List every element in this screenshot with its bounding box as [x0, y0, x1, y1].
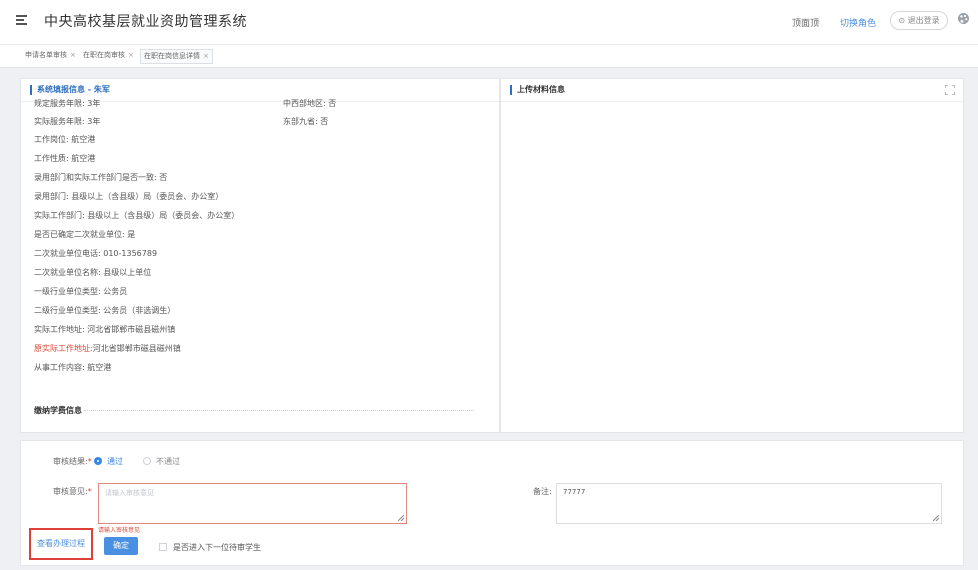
pass-radio-label[interactable]: 通过: [107, 456, 123, 467]
info-row: 从事工作内容: 航空港: [34, 362, 111, 373]
info-row: 规定服务年限: 3年: [34, 98, 100, 109]
section-title: 缴纳学费信息: [34, 406, 82, 415]
info-label: 实际工作部门:: [34, 211, 85, 220]
info-label: 从事工作内容:: [34, 363, 85, 372]
section-divider: [84, 410, 474, 411]
section-heading: 缴纳学费信息: [34, 405, 474, 416]
tab-close-icon[interactable]: ×: [128, 51, 134, 59]
palette-icon[interactable]: [957, 12, 970, 25]
switch-role-link[interactable]: 切换角色: [840, 16, 876, 29]
app-title: 中央高校基层就业资助管理系统: [44, 14, 247, 30]
info-value: 是: [127, 230, 136, 239]
info-label: 原实际工作地址:: [34, 344, 93, 353]
info-value: 3年: [87, 99, 101, 108]
info-value: 县级以上（含县级）局（委员会、办公室）: [87, 211, 240, 220]
info-value: 否: [320, 117, 329, 126]
info-row: 二次就业单位名称: 县级以上单位: [34, 267, 151, 278]
tab-label: 在职在岗信息详情: [144, 52, 200, 60]
panel-title: 上传材料信息: [510, 85, 565, 95]
info-label: 东部九省:: [283, 117, 318, 126]
upload-materials-panel: 上传材料信息: [500, 78, 964, 433]
tab-application-review[interactable]: 申请名单审核 ×: [22, 49, 79, 62]
info-label: 录用部门和实际工作部门是否一致:: [34, 173, 157, 182]
logout-label: 退出登录: [907, 16, 940, 25]
next-student-label[interactable]: 是否进入下一位待审学生: [173, 542, 261, 553]
info-label: 实际服务年限:: [34, 117, 85, 126]
info-label: 录用部门:: [34, 192, 69, 201]
menu-toggle-icon[interactable]: [16, 15, 27, 25]
info-label: 工作岗位:: [34, 135, 69, 144]
tab-label: 申请名单审核: [25, 51, 67, 59]
info-row: 录用部门: 县级以上（含县级）局（委员会、办公室）: [34, 191, 223, 202]
panel-header: 上传材料信息: [501, 79, 963, 102]
remark-label: 备注:: [533, 487, 552, 496]
info-value: 县级以上（含县级）局（委员会、办公室）: [71, 192, 224, 201]
info-row: 二次就业单位电话: 010-1356789: [34, 248, 157, 259]
info-row: 是否已确定二次就业单位: 是: [34, 229, 135, 240]
info-row: 实际服务年限: 3年: [34, 116, 100, 127]
info-value: 河北省邯郸市磁县磁州镇: [92, 344, 181, 353]
info-label: 一级行业单位类型:: [34, 287, 101, 296]
info-value: 航空港: [87, 363, 112, 372]
app-header: 中央高校基层就业资助管理系统 顶面顶 切换角色 ⊙ 退出登录: [0, 0, 978, 45]
info-value: 公务员（非选调生）: [103, 306, 176, 315]
info-value: 航空港: [71, 154, 96, 163]
review-opinion-label: 审核意见:*: [53, 487, 92, 496]
review-form: 审核结果:* 通过 不通过 审核意见:* 请输入审核意见 请输入审核意见 备注:…: [20, 440, 964, 566]
info-label: 二级行业单位类型:: [34, 306, 101, 315]
info-row: 工作岗位: 航空港: [34, 134, 95, 145]
confirm-button[interactable]: 确定: [104, 537, 138, 555]
system-info-panel: 系统填报信息 - 朱军 规定服务年限: 3年 中西部地区: 否 实际服务年限: …: [20, 78, 500, 433]
tab-employment-detail[interactable]: 在职在岗信息详情 ×: [140, 49, 213, 64]
fullscreen-icon[interactable]: [945, 85, 955, 95]
fail-radio[interactable]: [143, 457, 151, 465]
tab-close-icon[interactable]: ×: [203, 52, 209, 60]
view-process-link[interactable]: 查看办理过程: [29, 528, 93, 560]
resize-handle-icon[interactable]: [933, 515, 939, 521]
info-label: 是否已确定二次就业单位:: [34, 230, 125, 239]
info-value: 航空港: [71, 135, 96, 144]
info-value: 公务员: [103, 287, 128, 296]
tab-bar: 申请名单审核 × 在职在岗审核 × 在职在岗信息详情 ×: [0, 45, 978, 68]
info-value: 县级以上单位: [103, 268, 152, 277]
info-value: 010-1356789: [103, 249, 158, 258]
info-row: 实际工作地址: 河北省邯郸市磁县磁州镇: [34, 324, 175, 335]
fail-radio-label[interactable]: 不通过: [156, 456, 180, 467]
info-row: 工作性质: 航空港: [34, 153, 95, 164]
info-row: 东部九省: 否: [283, 116, 328, 127]
info-label: 二次就业单位电话:: [34, 249, 101, 258]
info-row: 中西部地区: 否: [283, 98, 336, 109]
info-row: 一级行业单位类型: 公务员: [34, 286, 127, 297]
opinion-error-text: 请输入审核意见: [98, 527, 141, 534]
info-label: 工作性质:: [34, 154, 69, 163]
info-row: 实际工作部门: 县级以上（含县级）局（委员会、办公室）: [34, 210, 239, 221]
panel-title: 系统填报信息 - 朱军: [30, 85, 110, 95]
tab-close-icon[interactable]: ×: [70, 51, 76, 59]
info-label: 规定服务年限:: [34, 99, 85, 108]
info-label: 实际工作地址:: [34, 325, 85, 334]
tab-employment-review[interactable]: 在职在岗审核 ×: [80, 49, 137, 62]
info-value: 否: [159, 173, 168, 182]
pass-radio[interactable]: [94, 457, 102, 465]
info-list[interactable]: 规定服务年限: 3年 中西部地区: 否 实际服务年限: 3年 东部九省: 否 工…: [21, 99, 499, 432]
info-row-highlighted: 原实际工作地址:河北省邯郸市磁县磁州镇: [34, 343, 181, 354]
info-value: 河北省邯郸市磁县磁州镇: [87, 325, 176, 334]
info-label: 二次就业单位名称:: [34, 268, 101, 277]
logout-button[interactable]: ⊙ 退出登录: [890, 11, 948, 30]
remark-value: 77777: [563, 488, 586, 496]
info-value: 否: [328, 99, 337, 108]
remark-input[interactable]: 77777: [556, 483, 942, 524]
review-opinion-input[interactable]: 请输入审核意见: [98, 483, 407, 524]
review-result-label: 审核结果:*: [53, 457, 92, 466]
tab-label: 在职在岗审核: [83, 51, 125, 59]
home-link[interactable]: 顶面顶: [792, 16, 819, 29]
info-row: 二级行业单位类型: 公务员（非选调生）: [34, 305, 175, 316]
info-value: 3年: [87, 117, 101, 126]
next-student-checkbox[interactable]: [159, 543, 167, 551]
info-row: 录用部门和实际工作部门是否一致: 否: [34, 172, 167, 183]
opinion-placeholder: 请输入审核意见: [105, 489, 154, 497]
resize-handle-icon[interactable]: [398, 515, 404, 521]
info-label: 中西部地区:: [283, 99, 326, 108]
